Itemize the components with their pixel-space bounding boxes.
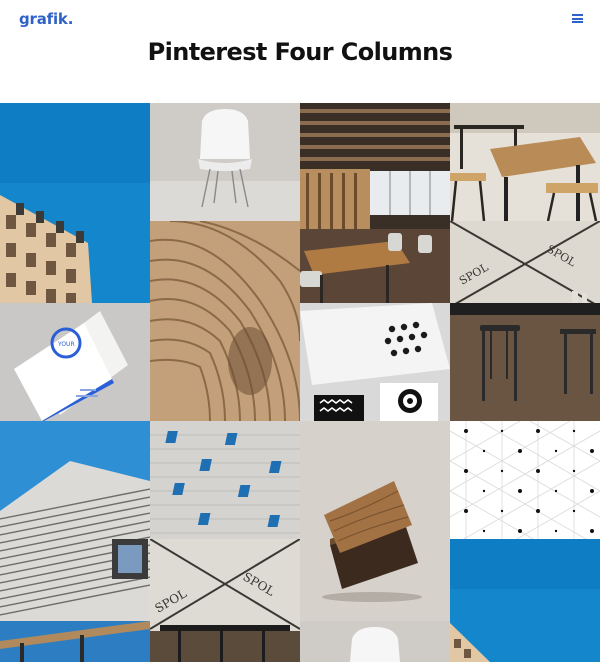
gallery-item-business-cards[interactable]: YOUR bbox=[0, 303, 150, 421]
logo[interactable]: grafik. bbox=[19, 10, 73, 28]
svg-text:YOUR: YOUR bbox=[57, 341, 75, 348]
gallery-item-brick-wall[interactable] bbox=[150, 421, 300, 539]
gallery-item-dot-grid[interactable] bbox=[450, 421, 600, 539]
gallery-item-white-chair[interactable] bbox=[150, 103, 300, 221]
gallery-item-white-chair-2[interactable] bbox=[300, 621, 450, 662]
gallery-item-spol-poster-chairs[interactable]: SPOL SPOL bbox=[450, 221, 600, 421]
gallery-item-cafe-tables-blue[interactable] bbox=[0, 621, 150, 662]
gallery-item-striped-building[interactable] bbox=[0, 421, 150, 621]
gallery-item-blue-building[interactable] bbox=[450, 539, 600, 662]
hamburger-icon[interactable] bbox=[572, 14, 583, 23]
page-title: Pinterest Four Columns bbox=[147, 38, 453, 66]
gallery-item-spol-poster-stools[interactable]: SPOL SPOL bbox=[150, 539, 300, 662]
gallery-item-building-facade[interactable] bbox=[0, 103, 150, 303]
gallery-item-dots-stationery[interactable] bbox=[300, 303, 450, 421]
gallery-item-restaurant-interior[interactable] bbox=[300, 103, 450, 303]
gallery-item-wood-sculpture[interactable] bbox=[150, 221, 300, 421]
gallery-item-wooden-blocks[interactable] bbox=[300, 421, 450, 621]
gallery-item-cafe-tables[interactable] bbox=[450, 103, 600, 221]
